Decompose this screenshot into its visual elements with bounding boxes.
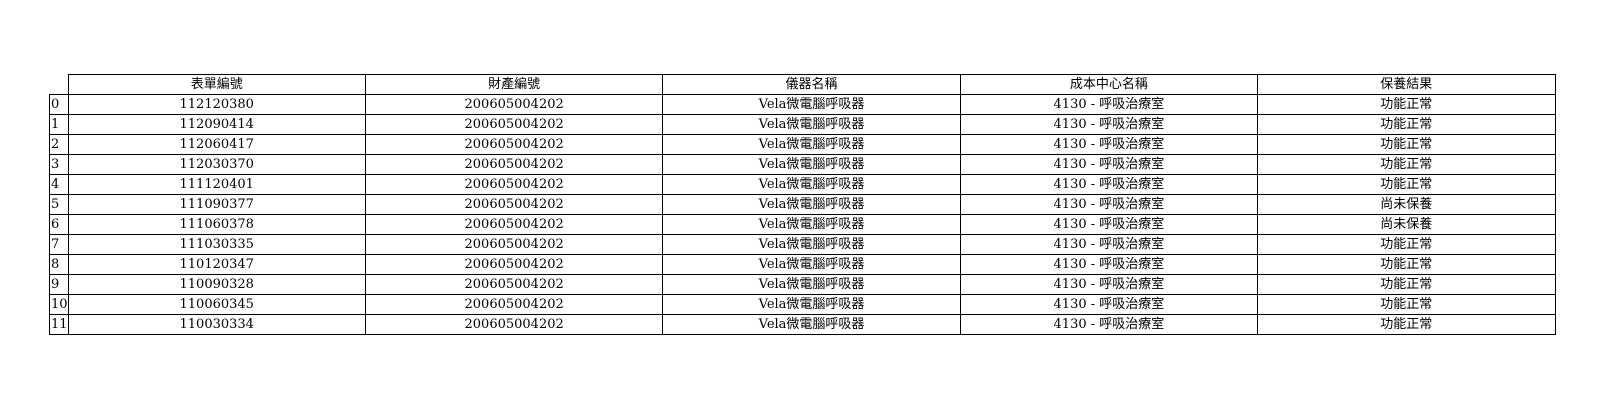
form-no-cell: 110060345 [67, 294, 366, 315]
row-index-cell: 6 [49, 214, 69, 235]
column-header-form-no: 表單編號 [67, 74, 366, 95]
form-no-cell: 111090377 [67, 194, 366, 215]
maintenance-records-table: 表單編號 財產編號 儀器名稱 成本中心名稱 保養結果 0 112120380 200… [49, 74, 1556, 335]
column-header-result: 保養結果 [1257, 74, 1556, 95]
maintenance-result-cell: 功能正常 [1257, 94, 1556, 115]
instrument-name-cell: Vela微電腦呼吸器 [662, 94, 961, 115]
instrument-name-cell: Vela微電腦呼吸器 [662, 174, 961, 195]
maintenance-result-cell: 尚未保養 [1257, 214, 1556, 235]
maintenance-result-cell: 功能正常 [1257, 174, 1556, 195]
instrument-name-cell: Vela微電腦呼吸器 [662, 154, 961, 175]
asset-no-cell: 200605004202 [364, 234, 664, 255]
cost-center-cell: 4130 - 呼吸治療室 [959, 134, 1259, 155]
asset-no-cell: 200605004202 [364, 194, 664, 215]
table-row: 3 112030370 200605004202 Vela微電腦呼吸器 4130 - 呼… [49, 154, 1556, 175]
maintenance-result-cell: 尚未保養 [1257, 194, 1556, 215]
column-header-cost-center: 成本中心名稱 [959, 74, 1259, 95]
cost-center-cell: 4130 - 呼吸治療室 [959, 274, 1259, 295]
cost-center-cell: 4130 - 呼吸治療室 [959, 94, 1259, 115]
table-row: 8 110120347 200605004202 Vela微電腦呼吸器 4130 - 呼… [49, 254, 1556, 275]
cost-center-cell: 4130 - 呼吸治療室 [959, 314, 1259, 335]
asset-no-cell: 200605004202 [364, 134, 664, 155]
instrument-name-cell: Vela微電腦呼吸器 [662, 314, 961, 335]
asset-no-cell: 200605004202 [364, 174, 664, 195]
column-header-asset-no: 財產編號 [364, 74, 664, 95]
form-no-cell: 111030335 [67, 234, 366, 255]
form-no-cell: 112060417 [67, 134, 366, 155]
cost-center-cell: 4130 - 呼吸治療室 [959, 234, 1259, 255]
maintenance-records-table-container: 表單編號 財產編號 儀器名稱 成本中心名稱 保養結果 0 112120380 200… [49, 74, 1556, 335]
form-no-cell: 110090328 [67, 274, 366, 295]
instrument-name-cell: Vela微電腦呼吸器 [662, 194, 961, 215]
row-index-cell: 1 [49, 114, 69, 135]
row-index-cell: 0 [49, 94, 69, 115]
instrument-name-cell: Vela微電腦呼吸器 [662, 274, 961, 295]
form-no-cell: 111060378 [67, 214, 366, 235]
table-row: 2 112060417 200605004202 Vela微電腦呼吸器 4130 - 呼… [49, 134, 1556, 155]
asset-no-cell: 200605004202 [364, 214, 664, 235]
instrument-name-cell: Vela微電腦呼吸器 [662, 234, 961, 255]
table-row: 4 111120401 200605004202 Vela微電腦呼吸器 4130 - 呼… [49, 174, 1556, 195]
cost-center-cell: 4130 - 呼吸治療室 [959, 154, 1259, 175]
maintenance-result-cell: 功能正常 [1257, 114, 1556, 135]
instrument-name-cell: Vela微電腦呼吸器 [662, 254, 961, 275]
table-row: 9 110090328 200605004202 Vela微電腦呼吸器 4130 - 呼… [49, 274, 1556, 295]
asset-no-cell: 200605004202 [364, 114, 664, 135]
asset-no-cell: 200605004202 [364, 274, 664, 295]
row-index-cell: 5 [49, 194, 69, 215]
row-index-cell: 8 [49, 254, 69, 275]
form-no-cell: 110030334 [67, 314, 366, 335]
row-index-cell: 3 [49, 154, 69, 175]
row-index-cell: 11 [49, 314, 69, 335]
asset-no-cell: 200605004202 [364, 314, 664, 335]
maintenance-result-cell: 功能正常 [1257, 314, 1556, 335]
maintenance-result-cell: 功能正常 [1257, 274, 1556, 295]
row-index-cell: 10 [49, 294, 69, 315]
maintenance-result-cell: 功能正常 [1257, 254, 1556, 275]
table-row: 5 111090377 200605004202 Vela微電腦呼吸器 4130 - 呼… [49, 194, 1556, 215]
asset-no-cell: 200605004202 [364, 294, 664, 315]
maintenance-result-cell: 功能正常 [1257, 294, 1556, 315]
maintenance-result-cell: 功能正常 [1257, 134, 1556, 155]
asset-no-cell: 200605004202 [364, 154, 664, 175]
table-row: 7 111030335 200605004202 Vela微電腦呼吸器 4130 - 呼… [49, 234, 1556, 255]
instrument-name-cell: Vela微電腦呼吸器 [662, 214, 961, 235]
table-row: 1 112090414 200605004202 Vela微電腦呼吸器 4130 - 呼… [49, 114, 1556, 135]
cost-center-cell: 4130 - 呼吸治療室 [959, 254, 1259, 275]
form-no-cell: 112030370 [67, 154, 366, 175]
instrument-name-cell: Vela微電腦呼吸器 [662, 294, 961, 315]
form-no-cell: 112120380 [67, 94, 366, 115]
corner-cell [50, 75, 69, 95]
cost-center-cell: 4130 - 呼吸治療室 [959, 214, 1259, 235]
row-index-cell: 2 [49, 134, 69, 155]
column-header-instrument: 儀器名稱 [662, 74, 961, 95]
form-no-cell: 112090414 [67, 114, 366, 135]
table-row: 6 111060378 200605004202 Vela微電腦呼吸器 4130 - 呼… [49, 214, 1556, 235]
cost-center-cell: 4130 - 呼吸治療室 [959, 174, 1259, 195]
cost-center-cell: 4130 - 呼吸治療室 [959, 294, 1259, 315]
maintenance-result-cell: 功能正常 [1257, 154, 1556, 175]
maintenance-result-cell: 功能正常 [1257, 234, 1556, 255]
table-header-row: 表單編號 財產編號 儀器名稱 成本中心名稱 保養結果 [50, 74, 1556, 95]
table-row: 11 110030334 200605004202 Vela微電腦呼吸器 4130 - … [49, 314, 1556, 335]
cost-center-cell: 4130 - 呼吸治療室 [959, 194, 1259, 215]
table-row: 10 110060345 200605004202 Vela微電腦呼吸器 4130 - … [49, 294, 1556, 315]
row-index-cell: 4 [49, 174, 69, 195]
instrument-name-cell: Vela微電腦呼吸器 [662, 114, 961, 135]
table-body: 0 112120380 200605004202 Vela微電腦呼吸器 4130 - 呼… [49, 94, 1556, 335]
form-no-cell: 110120347 [67, 254, 366, 275]
form-no-cell: 111120401 [67, 174, 366, 195]
cost-center-cell: 4130 - 呼吸治療室 [959, 114, 1259, 135]
row-index-cell: 9 [49, 274, 69, 295]
row-index-cell: 7 [49, 234, 69, 255]
instrument-name-cell: Vela微電腦呼吸器 [662, 134, 961, 155]
asset-no-cell: 200605004202 [364, 254, 664, 275]
asset-no-cell: 200605004202 [364, 94, 664, 115]
table-row: 0 112120380 200605004202 Vela微電腦呼吸器 4130 - 呼… [49, 94, 1556, 115]
